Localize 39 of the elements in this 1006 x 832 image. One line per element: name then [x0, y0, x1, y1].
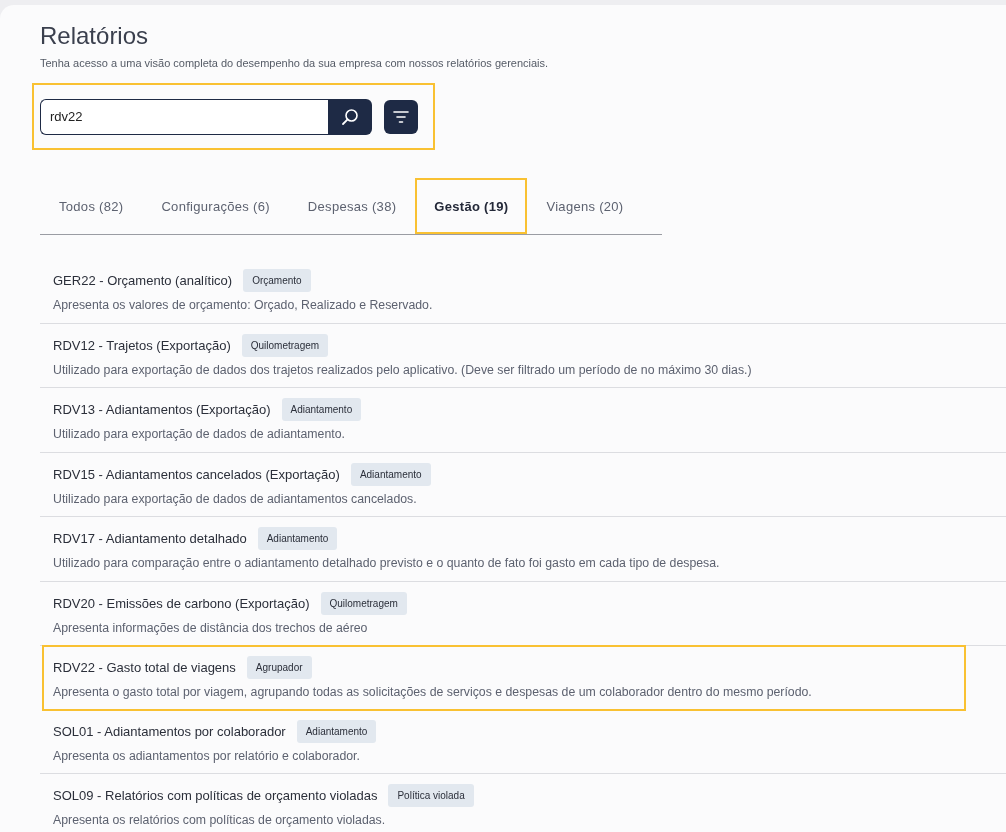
report-title[interactable]: RDV20 - Emissões de carbono (Exportação)	[53, 595, 310, 611]
filter-button[interactable]	[384, 99, 418, 134]
report-title[interactable]: SOL09 - Relatórios com políticas de orçamento violadas	[53, 788, 378, 804]
report-description: Apresenta os valores de orçamento: Orçado, Realizado e Reservado.	[53, 298, 434, 313]
report-description: Utilizado para exportação de dados dos trajetos realizados pelo aplicativo. (Deve ser filtrado um período de no máximo 30 dias.)	[53, 362, 753, 377]
report-title[interactable]: RDV15 - Adiantamentos cancelados (Exportação)	[53, 466, 340, 482]
report-title[interactable]: RDV12 - Trajetos (Exportação)	[53, 337, 231, 353]
tab[interactable]: Despesas (38)	[288, 178, 416, 234]
tab[interactable]: Gestão (19)	[415, 178, 528, 234]
report-description: Utilizado para exportação de dados de adiantamento.	[53, 427, 346, 442]
category-tag: Adiantamento	[296, 719, 377, 743]
report-title[interactable]: RDV13 - Adiantamentos (Exportação)	[53, 402, 271, 418]
report-title[interactable]: RDV22 - Gasto total de viagens	[53, 660, 236, 676]
report-description: Apresenta os relatórios com políticas de orçamento violadas.	[53, 813, 387, 828]
report-description: Apresenta informações de distância dos trechos de aéreo	[53, 620, 369, 635]
report-title[interactable]: RDV17 - Adiantamento detalhado	[53, 531, 247, 547]
tab[interactable]: Viagens (20)	[527, 178, 643, 234]
page-title: Relatórios	[40, 21, 150, 51]
report-description: Apresenta o gasto total por viagem, agrupando todas as solicitações de serviços e despesas de um colaborador dentro do mesmo período.	[53, 685, 813, 700]
category-tag: Orçamento	[243, 269, 311, 293]
category-tag: Quilometragem	[320, 591, 407, 615]
category-tag: Política violada	[388, 784, 474, 808]
tab[interactable]: Todos (82)	[40, 178, 143, 234]
report-description: Apresenta os adiantamentos por relatório e colaborador.	[53, 748, 361, 763]
report-title[interactable]: SOL01 - Adiantamentos por colaborador	[53, 723, 286, 739]
tab[interactable]: Configurações (6)	[142, 178, 289, 234]
report-title[interactable]: GER22 - Orçamento (analítico)	[53, 273, 233, 289]
search-button[interactable]	[328, 98, 372, 135]
category-tag: Adiantamento	[257, 527, 338, 551]
search-icon	[341, 107, 359, 126]
category-tag: Agrupador	[246, 656, 312, 680]
search-field[interactable]: rdv22	[40, 98, 328, 135]
category-tag: Adiantamento	[281, 398, 362, 422]
page-subtitle: Tenha acesso a uma visão completa do desempenho da sua empresa com nossos relatórios gerenciais.	[40, 57, 550, 69]
category-tag: Adiantamento	[350, 462, 431, 486]
report-description: Utilizado para comparação entre o adiantamento detalhado previsto e o quanto de fato foi gasto em cada tipo de despesa.	[53, 556, 721, 571]
filter-icon	[393, 109, 409, 124]
report-description: Utilizado para exportação de dados de adiantamentos cancelados.	[53, 491, 418, 506]
category-tag: Quilometragem	[241, 333, 329, 357]
